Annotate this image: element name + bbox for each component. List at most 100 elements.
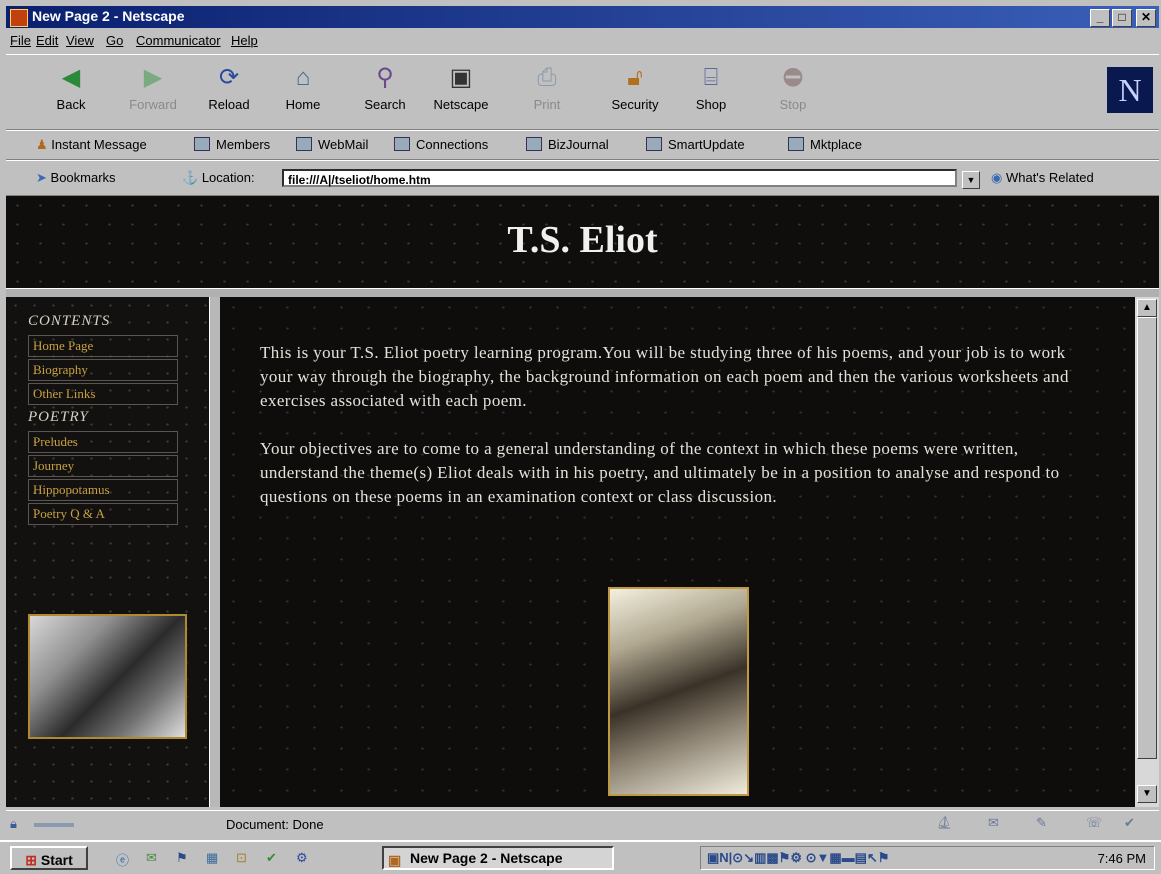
search-button[interactable]: ⚲ Search: [350, 59, 420, 125]
netscape-logo[interactable]: N: [1107, 67, 1153, 113]
nav-link-hippopotamus[interactable]: Hippopotamus: [28, 479, 178, 501]
bizjournal-button[interactable]: BizJournal: [526, 137, 609, 152]
people-icon: ♟: [36, 137, 48, 152]
location-label-text: Location:: [201, 170, 255, 185]
print-label: Print: [533, 97, 561, 112]
reload-icon: ⟳: [218, 64, 240, 91]
mktplace-button[interactable]: Mktplace: [788, 137, 862, 152]
back-button[interactable]: ◀ Back: [36, 59, 106, 125]
reload-button[interactable]: ⟳ Reload: [194, 59, 264, 125]
members-button[interactable]: Members: [194, 137, 270, 152]
bizjournal-label: BizJournal: [548, 137, 609, 152]
related-icon: ◉: [991, 170, 1003, 185]
system-tray: ▣N|⊙↘▥▩⚑⚙ ⊙▼▦▬▤↖⚑ 7:46 PM: [700, 846, 1155, 870]
channels-icon[interactable]: ⚑: [176, 850, 194, 866]
search-icon: ⚲: [376, 64, 394, 91]
nav-link-poetry-qa[interactable]: Poetry Q & A: [28, 503, 178, 525]
left-nav-frame: CONTENTS Home Page Biography Other Links…: [6, 297, 209, 807]
scroll-up-arrow-icon[interactable]: ▲: [1137, 299, 1157, 317]
shop-button[interactable]: ⌸ Shop: [676, 59, 746, 125]
tray-icons[interactable]: ▣N|⊙↘▥▩⚑⚙ ⊙▼▦▬▤↖⚑: [707, 850, 889, 866]
mail-icon[interactable]: ✉: [988, 815, 999, 831]
home-button[interactable]: ⌂ Home: [268, 59, 338, 125]
smartupdate-button[interactable]: SmartUpdate: [646, 137, 745, 152]
intro-text: This is your T.S. Eliot poetry learning …: [260, 341, 1100, 533]
window-title: New Page 2 - Netscape: [32, 8, 185, 24]
contents-heading: CONTENTS: [28, 313, 111, 329]
status-text: Document: Done: [226, 817, 324, 832]
outlook-icon[interactable]: ✉: [146, 850, 164, 866]
desktop-icon[interactable]: ▦: [206, 850, 224, 866]
whats-related-button[interactable]: ◉ What's Related: [991, 170, 1094, 186]
intro-paragraph-1: This is your T.S. Eliot poetry learning …: [260, 343, 1069, 410]
url-input[interactable]: file:///A|/tseliot/home.htm: [282, 169, 957, 187]
main-scrollbar[interactable]: ▲ ▼: [1135, 297, 1159, 807]
eliot-photo-small: [28, 614, 187, 739]
close-button[interactable]: ✕: [1136, 9, 1156, 27]
start-label: Start: [40, 852, 73, 868]
connections-button[interactable]: Connections: [394, 137, 488, 152]
menu-help[interactable]: Help: [231, 33, 258, 48]
menu-go[interactable]: Go: [106, 33, 123, 48]
nav-link-home-page[interactable]: Home Page: [28, 335, 178, 357]
print-button[interactable]: ⎙ Print: [512, 59, 582, 125]
quick-launch-icon[interactable]: ✔: [266, 850, 284, 866]
bookmark-page-icon: [194, 137, 210, 151]
stop-label: Stop: [779, 97, 807, 112]
minimize-button[interactable]: _: [1090, 9, 1110, 27]
maximize-button[interactable]: □: [1112, 9, 1132, 27]
home-label: Home: [285, 97, 321, 112]
poetry-heading: POETRY: [28, 409, 89, 425]
forward-button[interactable]: ▶ Forward: [118, 59, 188, 125]
clock[interactable]: 7:46 PM: [1098, 851, 1146, 866]
ie-icon[interactable]: ⓔ: [116, 850, 134, 868]
netscape-app-icon: [10, 9, 28, 27]
task-label: New Page 2 - Netscape: [410, 850, 563, 866]
stop-button[interactable]: ⛔︎ Stop: [758, 59, 828, 125]
print-icon: ⎙: [537, 64, 557, 91]
windows-logo-icon: ⊞: [25, 852, 37, 868]
instant-message-button[interactable]: ♟ Instant Message: [36, 137, 147, 153]
scroll-down-arrow-icon[interactable]: ▼: [1137, 785, 1157, 803]
shield-icon[interactable]: ⚙: [296, 850, 314, 866]
netscape-icon: ▣: [449, 64, 473, 91]
nav-link-preludes[interactable]: Preludes: [28, 431, 178, 453]
task-button-netscape[interactable]: ▣ New Page 2 - Netscape: [382, 846, 614, 870]
nav-link-journey[interactable]: Journey: [28, 455, 178, 477]
bookmarks-button[interactable]: ➤ Bookmarks: [36, 170, 116, 186]
page-title: T.S. Eliot: [507, 219, 658, 261]
bookmarks-label: Bookmarks: [50, 170, 116, 185]
menu-view[interactable]: View: [66, 33, 94, 48]
smartupdate-label: SmartUpdate: [668, 137, 745, 152]
back-label: Back: [56, 97, 86, 112]
nav-link-biography[interactable]: Biography: [28, 359, 178, 381]
url-dropdown-arrow-icon[interactable]: ▼: [962, 171, 980, 189]
shop-icon: ⌸: [703, 64, 719, 91]
netscape-quick-icon[interactable]: ⊡: [236, 850, 254, 866]
status-bar: 🔒︎ Document: Done ⛵︎ ✉ ✎ ☏ ✔: [6, 810, 1159, 837]
netscape-button[interactable]: ▣ Netscape: [426, 59, 496, 125]
component-bar: ⛵︎ ✉ ✎ ☏ ✔: [896, 815, 1146, 833]
menu-edit[interactable]: Edit: [36, 33, 58, 48]
instant-message-label: Instant Message: [51, 137, 147, 152]
title-bar[interactable]: New Page 2 - Netscape _ □ ✕: [6, 6, 1159, 28]
stop-icon: ⛔︎: [782, 64, 804, 91]
component-icon[interactable]: ✔: [1124, 815, 1135, 831]
navigator-icon[interactable]: ⛵︎: [936, 815, 953, 831]
security-status-icon[interactable]: 🔒︎: [10, 816, 17, 832]
security-button[interactable]: 🔓︎ Security: [600, 59, 670, 125]
menu-communicator[interactable]: Communicator: [136, 33, 221, 48]
forward-label: Forward: [129, 97, 177, 112]
bookmark-page-icon: [526, 137, 542, 151]
nav-link-other-links[interactable]: Other Links: [28, 383, 178, 405]
webmail-button[interactable]: WebMail: [296, 137, 368, 152]
back-icon: ◀: [61, 64, 81, 91]
bookmark-page-icon: [394, 137, 410, 151]
whats-related-label: What's Related: [1005, 170, 1094, 185]
scroll-thumb[interactable]: [1137, 317, 1157, 759]
eliot-photo-large: [608, 587, 749, 796]
start-button[interactable]: ⊞ Start: [10, 846, 88, 870]
menu-file[interactable]: File: [10, 33, 31, 48]
discussion-icon[interactable]: ☏: [1086, 815, 1102, 831]
composer-icon[interactable]: ✎: [1036, 815, 1047, 831]
